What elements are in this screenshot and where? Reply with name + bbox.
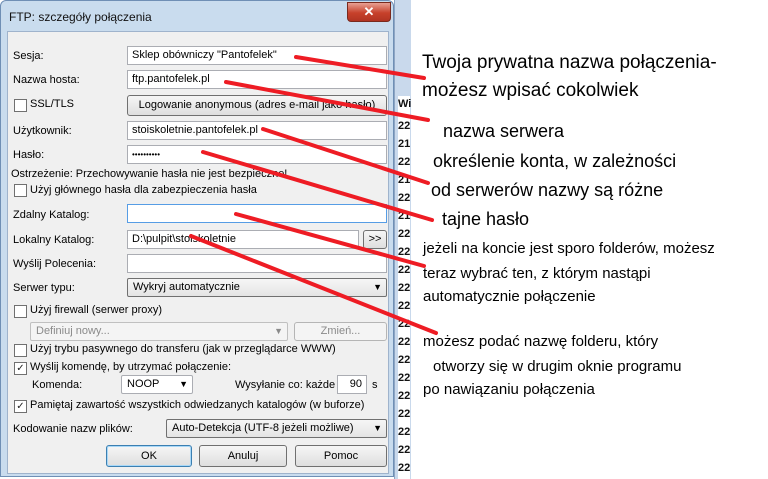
annotation-remote-2: teraz wybrać ten, z którym nastąpi [423, 265, 651, 282]
annotation-line-user [261, 127, 430, 185]
annotation-line-host [224, 80, 430, 122]
annotation-local-1: możesz podać nazwę folderu, który [423, 333, 659, 350]
annotation-session-2: możesz wpisać cokolwiek [422, 80, 639, 101]
annotation-line-local [189, 234, 438, 335]
annotation-line-remote [234, 212, 426, 268]
annotation-remote-3: automatycznie połączenie [423, 288, 596, 305]
annotation-line-password [201, 150, 434, 222]
annotation-remote-1: jeżeli na koncie jest sporo folderów, mo… [423, 240, 715, 257]
annotation-session-1: Twoja prywatna nazwa połączenia- [422, 52, 717, 73]
annotation-password: tajne hasło [442, 209, 530, 229]
annotation-user-2: od serwerów nazwy są różne [431, 180, 664, 200]
screenshot-stage: Wi 22 21 22 21 22 21 22 22 22 22 22 22 22 22 22 22 22 22 2… [0, 0, 768, 479]
annotation-host: nazwa serwera [443, 121, 565, 141]
annotation-local-2: otworzy się w drugim oknie programu [433, 358, 682, 375]
annotation-user-1: określenie konta, w zależności [433, 151, 677, 171]
annotation-line-session [294, 55, 426, 80]
annotation-local-3: po nawiązaniu połączenia [423, 381, 595, 398]
